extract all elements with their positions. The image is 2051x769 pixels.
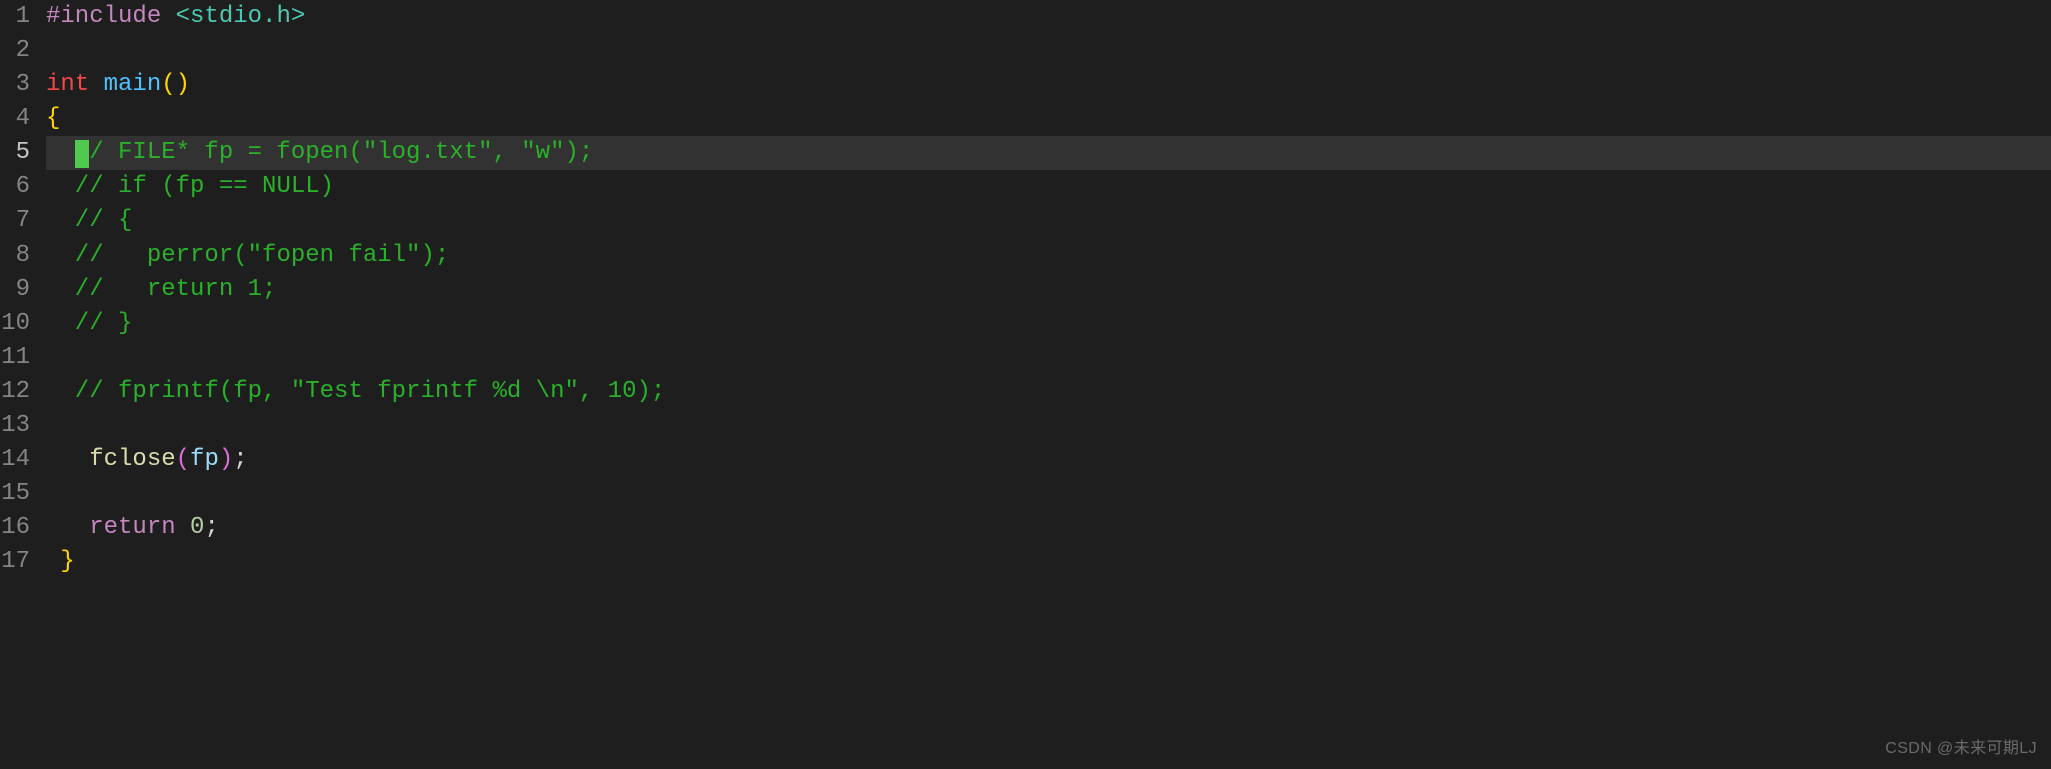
paren-token: ( <box>176 446 190 473</box>
include-path-token: <stdio.h> <box>161 3 305 30</box>
comment-token: // fprintf(fp, "Test fprintf %d \n", 10)… <box>46 378 665 405</box>
line-number: 8 <box>0 239 30 273</box>
code-line-active[interactable]: / FILE* fp = fopen("log.txt", "w"); <box>46 136 2051 170</box>
code-line[interactable]: } <box>46 545 2051 579</box>
indent <box>46 139 75 166</box>
function-name-token: main <box>89 71 161 98</box>
code-line[interactable] <box>46 34 2051 68</box>
code-line[interactable] <box>46 341 2051 375</box>
comment-token: // { <box>46 207 132 234</box>
brace-token: { <box>46 105 60 132</box>
line-number: 6 <box>0 170 30 204</box>
code-line[interactable]: #include <stdio.h> <box>46 0 2051 34</box>
cursor-icon <box>75 140 89 168</box>
code-line[interactable] <box>46 409 2051 443</box>
code-line[interactable] <box>46 477 2051 511</box>
line-number: 16 <box>0 511 30 545</box>
keyword-token: return <box>89 514 175 541</box>
line-number-gutter: 1 2 3 4 5 6 7 8 9 10 11 12 13 14 15 16 1… <box>0 0 36 769</box>
line-number: 11 <box>0 341 30 375</box>
identifier-token: fp <box>190 446 219 473</box>
line-number: 3 <box>0 68 30 102</box>
code-line[interactable]: // perror("fopen fail"); <box>46 239 2051 273</box>
space <box>176 514 190 541</box>
line-number: 9 <box>0 273 30 307</box>
code-line[interactable]: // fprintf(fp, "Test fprintf %d \n", 10)… <box>46 375 2051 409</box>
line-number: 12 <box>0 375 30 409</box>
line-number: 17 <box>0 545 30 579</box>
comment-token: // return 1; <box>46 276 276 303</box>
comment-token: // if (fp == NULL) <box>46 173 334 200</box>
brace-token: } <box>60 548 74 575</box>
type-token: int <box>46 71 89 98</box>
indent <box>46 446 89 473</box>
code-line[interactable]: // { <box>46 204 2051 238</box>
code-line[interactable]: // } <box>46 307 2051 341</box>
preprocessor-token: #include <box>46 3 161 30</box>
number-token: 0 <box>190 514 204 541</box>
indent <box>46 514 89 541</box>
line-number: 14 <box>0 443 30 477</box>
comment-token: // perror("fopen fail"); <box>46 242 449 269</box>
comment-token: / FILE* fp = fopen("log.txt", "w"); <box>89 139 593 166</box>
code-line[interactable]: int main() <box>46 68 2051 102</box>
paren-token: ) <box>176 71 190 98</box>
code-editor[interactable]: 1 2 3 4 5 6 7 8 9 10 11 12 13 14 15 16 1… <box>0 0 2051 769</box>
code-area[interactable]: #include <stdio.h> int main() { / FILE* … <box>36 0 2051 769</box>
semicolon-token: ; <box>204 514 218 541</box>
paren-token: ) <box>219 446 233 473</box>
indent <box>46 548 60 575</box>
line-number: 5 <box>0 136 30 170</box>
paren-token: ( <box>161 71 175 98</box>
watermark-text: CSDN @未来可期LJ <box>1885 738 2037 761</box>
line-number: 2 <box>0 34 30 68</box>
line-number: 4 <box>0 102 30 136</box>
line-number: 7 <box>0 204 30 238</box>
code-line[interactable]: return 0; <box>46 511 2051 545</box>
code-line[interactable]: // return 1; <box>46 273 2051 307</box>
line-number: 15 <box>0 477 30 511</box>
code-line[interactable]: { <box>46 102 2051 136</box>
code-line[interactable]: fclose(fp); <box>46 443 2051 477</box>
code-line[interactable]: // if (fp == NULL) <box>46 170 2051 204</box>
comment-token: // } <box>46 310 132 337</box>
semicolon-token: ; <box>233 446 247 473</box>
line-number: 13 <box>0 409 30 443</box>
line-number: 10 <box>0 307 30 341</box>
function-call-token: fclose <box>89 446 175 473</box>
line-number: 1 <box>0 0 30 34</box>
